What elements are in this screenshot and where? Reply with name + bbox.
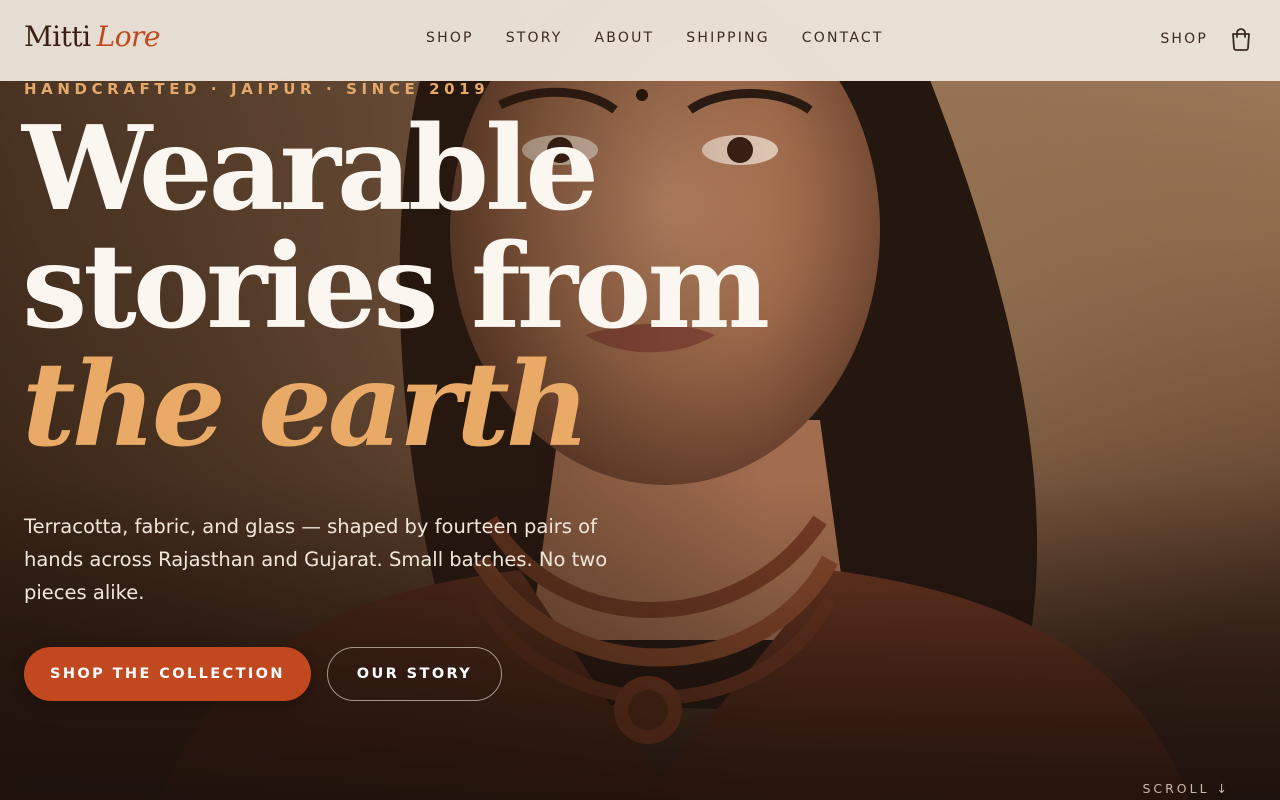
nav-shop[interactable]: SHOP — [410, 30, 490, 46]
brand-logo[interactable]: Mitti Lore — [24, 20, 161, 53]
shop-collection-button[interactable]: SHOP THE COLLECTION — [24, 647, 311, 701]
hero-eyebrow: HANDCRAFTED · JAIPUR · SINCE 2019 — [24, 80, 490, 98]
our-story-button[interactable]: OUR STORY — [327, 647, 502, 701]
nav-contact[interactable]: CONTACT — [786, 30, 900, 46]
shopping-bag-icon[interactable] — [1230, 27, 1252, 51]
site-header: Mitti Lore SHOP STORY ABOUT SHIPPING CONT… — [0, 0, 1280, 81]
headline-line-1: Wearable — [22, 101, 599, 237]
hero-headline: Wearable stories from the earth — [22, 101, 770, 473]
header-shop-link[interactable]: SHOP — [1160, 31, 1208, 47]
nav-story[interactable]: STORY — [490, 30, 579, 46]
main-nav: SHOP STORY ABOUT SHIPPING CONTACT — [410, 30, 900, 46]
nav-about[interactable]: ABOUT — [579, 30, 671, 46]
header-actions: SHOP — [1160, 27, 1252, 51]
brand-name-part1: Mitti — [24, 20, 91, 53]
brand-name-part2: Lore — [96, 20, 161, 53]
nav-shipping[interactable]: SHIPPING — [670, 30, 785, 46]
headline-line-2: stories from — [22, 219, 770, 355]
scroll-indicator[interactable]: SCROLL ↓ — [1142, 781, 1230, 796]
hero-lede: Terracotta, fabric, and glass — shaped b… — [24, 515, 608, 604]
headline-line-3: the earth — [22, 337, 590, 473]
